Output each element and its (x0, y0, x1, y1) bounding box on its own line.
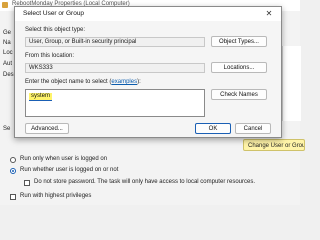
run-whether-logged-on-label: Run whether user is logged on or not (20, 167, 119, 173)
object-names-value: system (29, 93, 53, 101)
background-right-panel (282, 46, 301, 121)
side-label-name: Na (3, 40, 11, 46)
object-types-button[interactable]: Object Types... (211, 36, 267, 47)
change-user-or-group-button[interactable]: Change User or Group (243, 139, 305, 151)
side-label-author: Aut (3, 61, 13, 67)
task-app-icon (2, 2, 8, 8)
run-only-logged-on-radio[interactable] (10, 157, 16, 163)
do-not-store-password-label: Do not store password. The task will onl… (34, 179, 255, 185)
location-field: WKS333 (25, 63, 205, 73)
examples-link[interactable]: examples (111, 79, 137, 85)
side-label-description: Des (3, 72, 14, 78)
object-type-label: Select this object type: (25, 27, 86, 33)
object-type-field: User, Group, or Built-in security princi… (25, 37, 205, 47)
close-icon[interactable]: ✕ (262, 9, 276, 19)
object-names-input[interactable]: system (25, 89, 205, 117)
locations-button[interactable]: Locations... (211, 62, 267, 73)
dialog-title: Select User or Group (23, 10, 85, 17)
cancel-button[interactable]: Cancel (235, 123, 271, 134)
location-label: From this location: (25, 53, 75, 59)
select-user-or-group-dialog: Select User or Group ✕ Select this objec… (14, 6, 282, 138)
run-whether-logged-on-radio[interactable] (10, 168, 16, 174)
do-not-store-password-checkbox[interactable] (24, 180, 30, 186)
side-label-security: Se (3, 126, 11, 132)
run-highest-privileges-label: Run with highest privileges (20, 193, 92, 199)
run-highest-privileges-checkbox[interactable] (10, 194, 16, 200)
check-names-button[interactable]: Check Names (211, 89, 267, 100)
side-label-general: Ge (3, 30, 12, 36)
advanced-button[interactable]: Advanced... (25, 123, 69, 134)
run-only-logged-on-label: Run only when user is logged on (20, 156, 108, 162)
side-label-location: Loc (3, 50, 13, 56)
object-names-label: Enter the object name to select (example… (25, 79, 141, 85)
ok-button[interactable]: OK (195, 123, 231, 134)
